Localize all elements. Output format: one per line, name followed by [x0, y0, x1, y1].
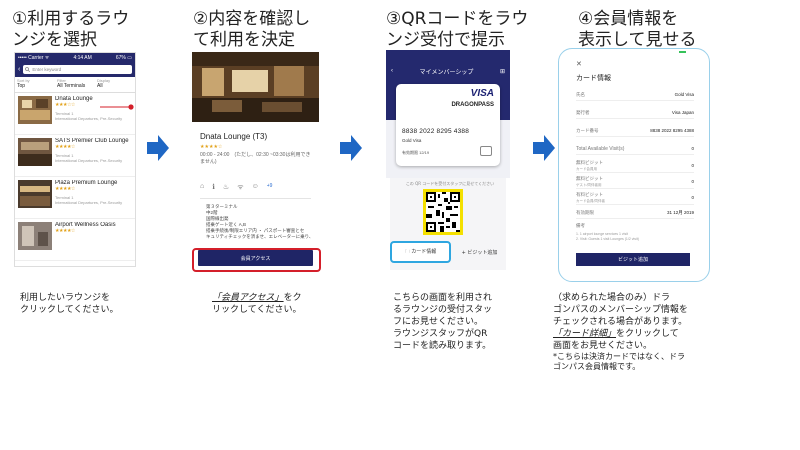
card-info-button[interactable]: 🗀 カード情報: [390, 241, 451, 263]
divider: [200, 198, 311, 199]
add-visit-button[interactable]: + ビジット追加: [451, 241, 508, 263]
step1-description: 利用したいラウンジを クリックしてください。: [20, 293, 119, 315]
dragonpass-logo: DRAGONPASS: [451, 102, 494, 108]
lounge-list-screen: ••••• Carrier ᯤ 4:14 AM 67% ▭ ‹ Enter ke…: [14, 52, 136, 267]
location-details: 第３ターミナル 中2階 国際線出発 搭乗ゲート近く A,B 搭乗手続後/制限エリ…: [206, 204, 314, 239]
pointer-indicator: [100, 104, 134, 110]
step2-description: 「会員アクセス」をク リックしてください。: [212, 293, 302, 315]
add-icon[interactable]: ⊞: [500, 68, 505, 75]
step4-title: ④会員情報を 表示して見せる: [578, 9, 697, 50]
remarks-label: 備考: [576, 223, 585, 228]
lounge-photo: [18, 138, 52, 166]
lounge-list-item[interactable]: SATS Premier Club Lounge ★★★★☆ Terminal …: [15, 135, 135, 177]
qr-code: [423, 189, 463, 235]
step4-description: （求められた場合のみ）ドラ ゴンパスのメンバーシップ情報を チェックされる場合が…: [553, 293, 688, 371]
card-info-screen: ✕ カード情報 氏名 Gold Visa 発行者 Visa Japan カード番号 8…: [558, 48, 710, 282]
membership-card[interactable]: VISA DRAGONPASS 8838 2022 8295 4388 Gold…: [396, 84, 500, 166]
step3-description: こちらの画面を利用され るラウンジの受付スタッ フにお見せください。 ラウンジス…: [393, 293, 493, 351]
info-row: Total Available Visit(s) 0: [576, 143, 694, 155]
terminal-filter[interactable]: Filter All Terminals: [55, 77, 95, 92]
filter-bar: Sort by Top Filter All Terminals Display Al…: [15, 77, 135, 93]
rating-stars: ★★★★☆: [55, 186, 75, 192]
search-bar: ‹ Enter keyword: [15, 62, 135, 77]
visit-row: 無料ビジット ゲスト/同伴者用 0: [576, 175, 694, 189]
card-tier: Gold Visa: [402, 138, 422, 143]
qr-mini-icon: [480, 146, 492, 156]
amenity-icon: ☺: [251, 183, 259, 190]
highlight-box: [192, 248, 321, 272]
step1-title: ①利用するラウ ンジを選択: [12, 9, 130, 50]
lounge-photo: [18, 96, 52, 124]
opening-hours: 00:00 - 24:00 (ただし、02:30 ~03:30は利用できません): [200, 152, 311, 165]
back-icon[interactable]: ‹: [18, 66, 20, 73]
more-amenities[interactable]: +9: [267, 183, 273, 192]
visit-row: 無料ビジット カード会員用 0: [576, 159, 694, 173]
lounge-list-item[interactable]: Airport Wellness Oasis ★★★★☆: [15, 219, 135, 261]
search-icon: [25, 67, 31, 72]
amenity-icons: ⌂ ℹ ♨ ᯤ ☺ +9: [200, 183, 272, 192]
screen-title: マイメンバーシップ: [419, 69, 474, 76]
info-row: 発行者 Visa Japan: [576, 107, 694, 119]
amenity-icon: ⌂: [200, 183, 205, 190]
rating-stars: ★★★★☆: [200, 144, 223, 150]
remarks-text: 1. 1 airport lounge services 1 visit 2. …: [576, 232, 639, 241]
rating-stars: ★★★★☆: [55, 144, 75, 150]
arrow-right-icon: [147, 135, 169, 161]
status-bar: ••••• Carrier ᯤ 4:14 AM 67% ▭: [15, 53, 135, 62]
visa-logo: VISA: [470, 88, 494, 99]
lounge-photo: [18, 222, 52, 250]
membership-actions: 🗀 カード情報 + ビジット追加: [390, 241, 508, 263]
lounge-photo: [18, 180, 52, 208]
rating-stars: ★★★★☆: [55, 228, 75, 234]
add-visit-button[interactable]: ビジット追加: [576, 253, 690, 266]
wifi-icon: ᯤ: [237, 184, 244, 191]
info-row: カード番号 8838 2022 8295 4388: [576, 125, 694, 137]
sort-filter[interactable]: Sort by Top: [15, 77, 55, 92]
amenity-icon: ℹ: [212, 184, 215, 191]
qr-code-icon: [426, 192, 460, 232]
qr-instruction: この QR コードを受付スタッフに見せてください: [405, 181, 495, 186]
arrow-right-icon: [340, 135, 362, 161]
step2-title: ②内容を確認し て利用を決定: [193, 9, 311, 50]
lounge-detail-screen: Dnata Lounge (T3) ★★★★☆ 00:00 - 24:00 (た…: [192, 52, 319, 270]
status-indicator: [679, 51, 686, 53]
lounge-photo: [192, 52, 319, 122]
search-input[interactable]: Enter keyword: [23, 65, 132, 74]
lounge-list-item[interactable]: Dnata Lounge ★★★☆☆ Terminal 1 Internatio…: [15, 93, 135, 135]
close-icon[interactable]: ✕: [576, 60, 582, 68]
card-number: 8838 2022 8295 4388: [402, 128, 470, 135]
arrow-right-icon: [533, 135, 555, 161]
visit-row: 有料ビジット カード会員/同伴者 0: [576, 191, 694, 205]
display-filter[interactable]: Display All: [95, 77, 135, 92]
lounge-name: Dnata Lounge (T3): [200, 132, 268, 141]
amenity-icon: ♨: [222, 184, 230, 191]
info-row: 氏名 Gold Visa: [576, 89, 694, 101]
back-icon[interactable]: ‹: [391, 68, 393, 74]
lounge-list-item[interactable]: Plaza Premium Lounge ★★★★☆ Terminal 1 In…: [15, 177, 135, 219]
card-expiry: 有効期限 12/19: [402, 150, 430, 155]
page-title: カード情報: [576, 75, 611, 82]
expiry-row: 有効期限 31 12月 2019: [576, 207, 694, 219]
step3-title: ③QRコードをラウ ンジ受付で提示: [386, 9, 529, 50]
